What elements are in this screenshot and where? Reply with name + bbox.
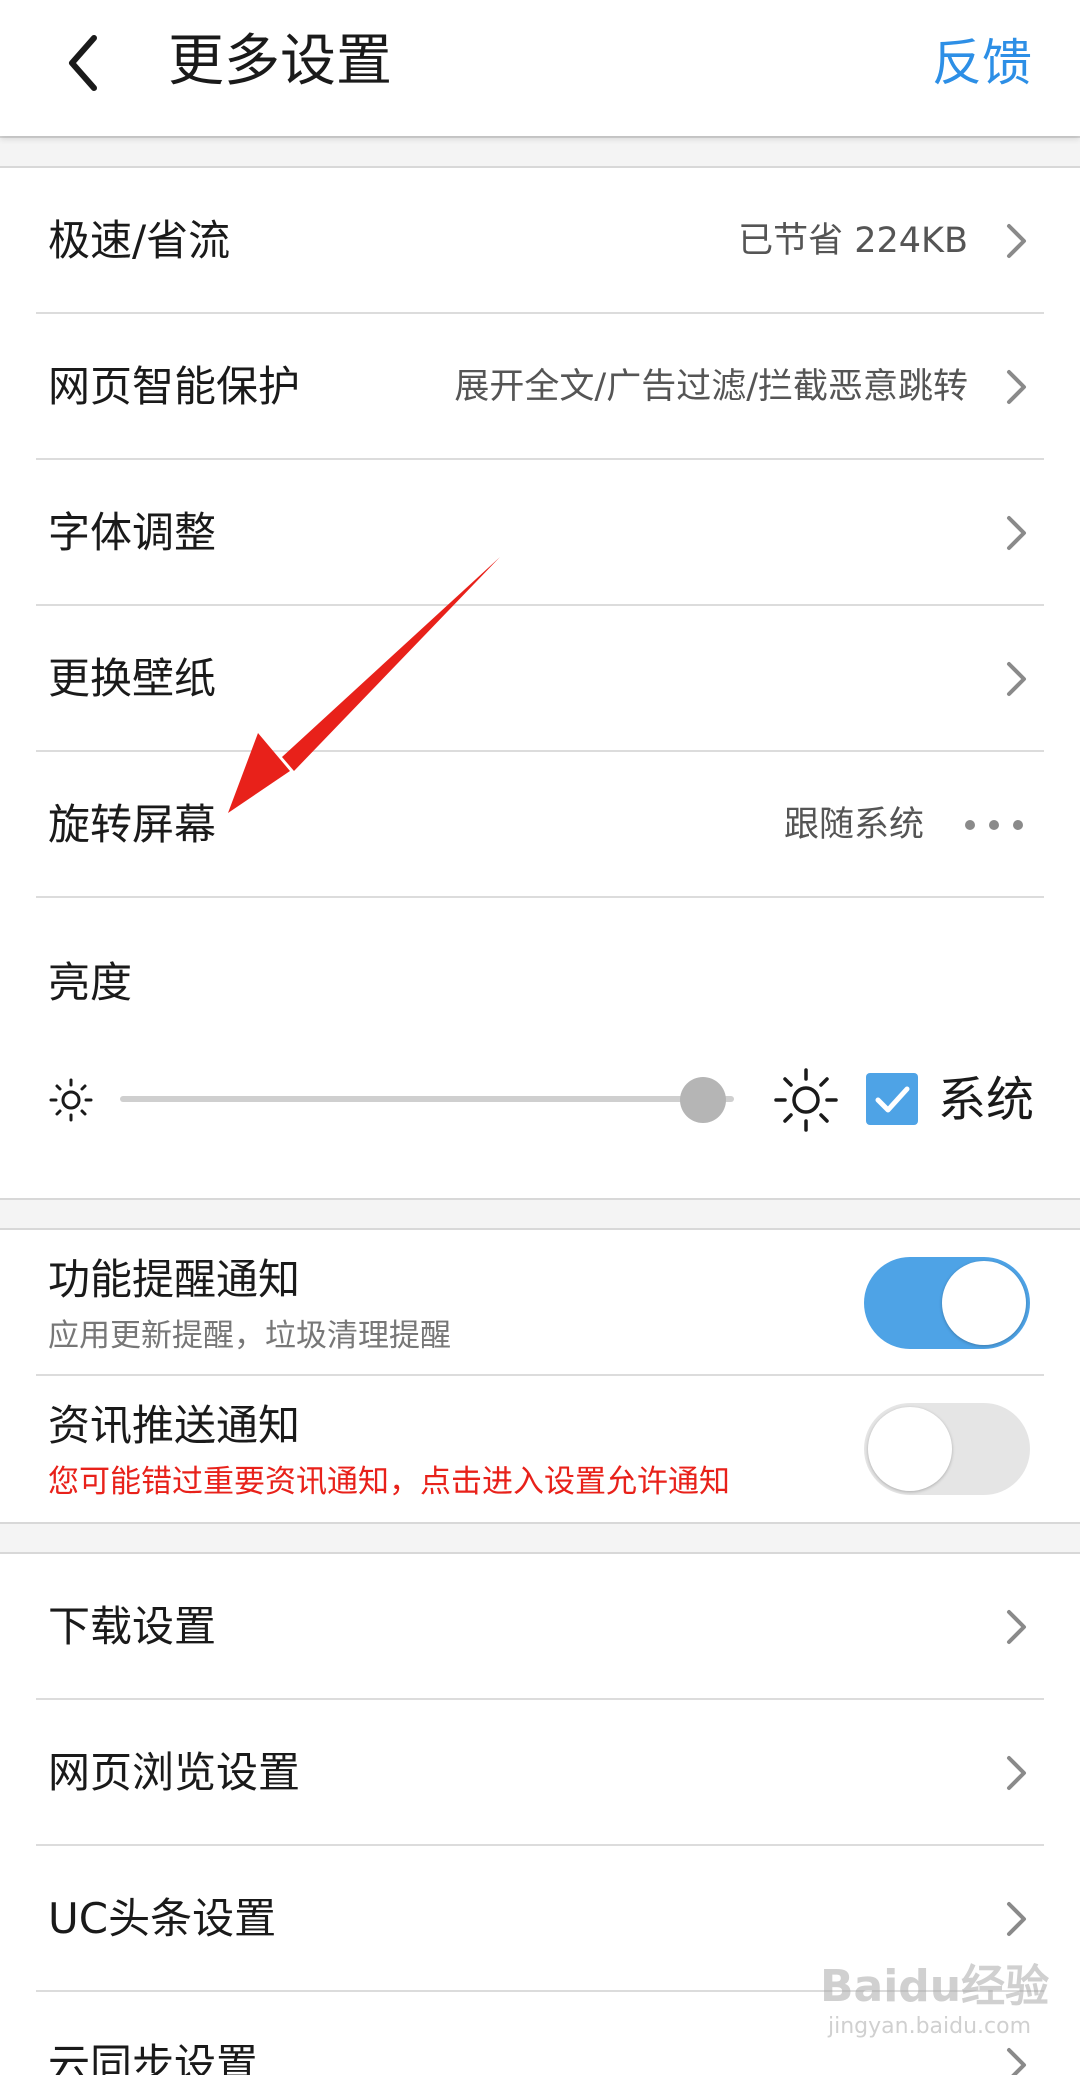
setting-value: 已节省 224KB [738,221,968,261]
setting-web-protection[interactable]: 网页智能保护 展开全文/广告过滤/拦截恶意跳转 [0,314,1080,460]
more-dots-icon[interactable] [964,819,1024,831]
section-gap [0,1198,1080,1230]
setting-label: 网页浏览设置 [48,1748,301,1797]
watermark-brand: Baidu经验 [820,1961,1050,2012]
brightness-high-icon [774,1068,838,1132]
system-brightness-label: 系统 [938,1072,1035,1128]
news-notification-toggle[interactable] [864,1403,1030,1495]
setting-web-browsing[interactable]: 网页浏览设置 [0,1700,1080,1846]
chevron-right-icon [1007,370,1026,404]
section-gap [0,1522,1080,1554]
feature-notification-row[interactable]: 功能提醒通知 应用更新提醒，垃圾清理提醒 [0,1230,1080,1376]
notification-subtitle: 应用更新提醒，垃圾清理提醒 [48,1318,451,1354]
top-bar: 更多设置 反馈 [0,0,1080,136]
chevron-right-icon [1007,662,1026,696]
notification-title: 资讯推送通知 [48,1401,301,1450]
divider [36,896,1044,898]
checkmark-icon [875,1086,910,1113]
setting-label: 下载设置 [48,1602,217,1651]
system-brightness-checkbox[interactable] [866,1073,918,1125]
setting-label: UC头条设置 [48,1894,277,1943]
setting-value: 跟随系统 [783,805,924,845]
chevron-right-icon [1007,516,1026,550]
setting-label: 更换壁纸 [48,654,217,703]
setting-label: 极速/省流 [48,216,231,265]
setting-label: 字体调整 [48,508,217,557]
brightness-slider-thumb[interactable] [680,1077,727,1123]
setting-label: 网页智能保护 [48,362,301,411]
setting-label: 云同步设置 [48,2040,259,2075]
toggle-knob [942,1261,1026,1345]
chevron-right-icon [1007,1610,1026,1644]
chevron-right-icon [1007,2048,1026,2075]
brightness-slider[interactable] [120,1096,734,1102]
toggle-knob [868,1407,952,1491]
chevron-right-icon [1007,1756,1026,1790]
setting-font-size[interactable]: 字体调整 [0,460,1080,606]
back-arrow-icon[interactable] [56,28,116,98]
watermark: Baidu经验 jingyan.baidu.com [820,1950,1049,2039]
chevron-right-icon [1007,224,1026,258]
setting-wallpaper[interactable]: 更换壁纸 [0,606,1080,752]
brightness-label: 亮度 [48,958,133,1007]
notification-warning[interactable]: 您可能错过重要资讯通知，点击进入设置允许通知 [48,1460,730,1504]
setting-download[interactable]: 下载设置 [0,1554,1080,1700]
setting-rotate-screen[interactable]: 旋转屏幕 跟随系统 [0,752,1080,898]
notification-title: 功能提醒通知 [48,1255,301,1304]
watermark-url: jingyan.baidu.com [828,2014,1032,2039]
setting-value: 展开全文/广告过滤/拦截恶意跳转 [454,367,968,407]
news-notification-row[interactable]: 资讯推送通知 您可能错过重要资讯通知，点击进入设置允许通知 [0,1376,1080,1522]
page-title: 更多设置 [168,29,392,94]
chevron-right-icon [1007,1902,1026,1936]
feature-notification-toggle[interactable] [864,1257,1030,1349]
settings-screen: 更多设置 反馈 极速/省流 已节省 224KB 网页智能保护 展开全文/广告过滤… [0,0,1080,2075]
feedback-button[interactable]: 反馈 [932,28,1032,98]
brightness-low-icon [49,1078,93,1122]
setting-label: 旋转屏幕 [48,800,217,849]
section-gap [0,136,1080,168]
setting-speed-saving[interactable]: 极速/省流 已节省 224KB [0,168,1080,314]
